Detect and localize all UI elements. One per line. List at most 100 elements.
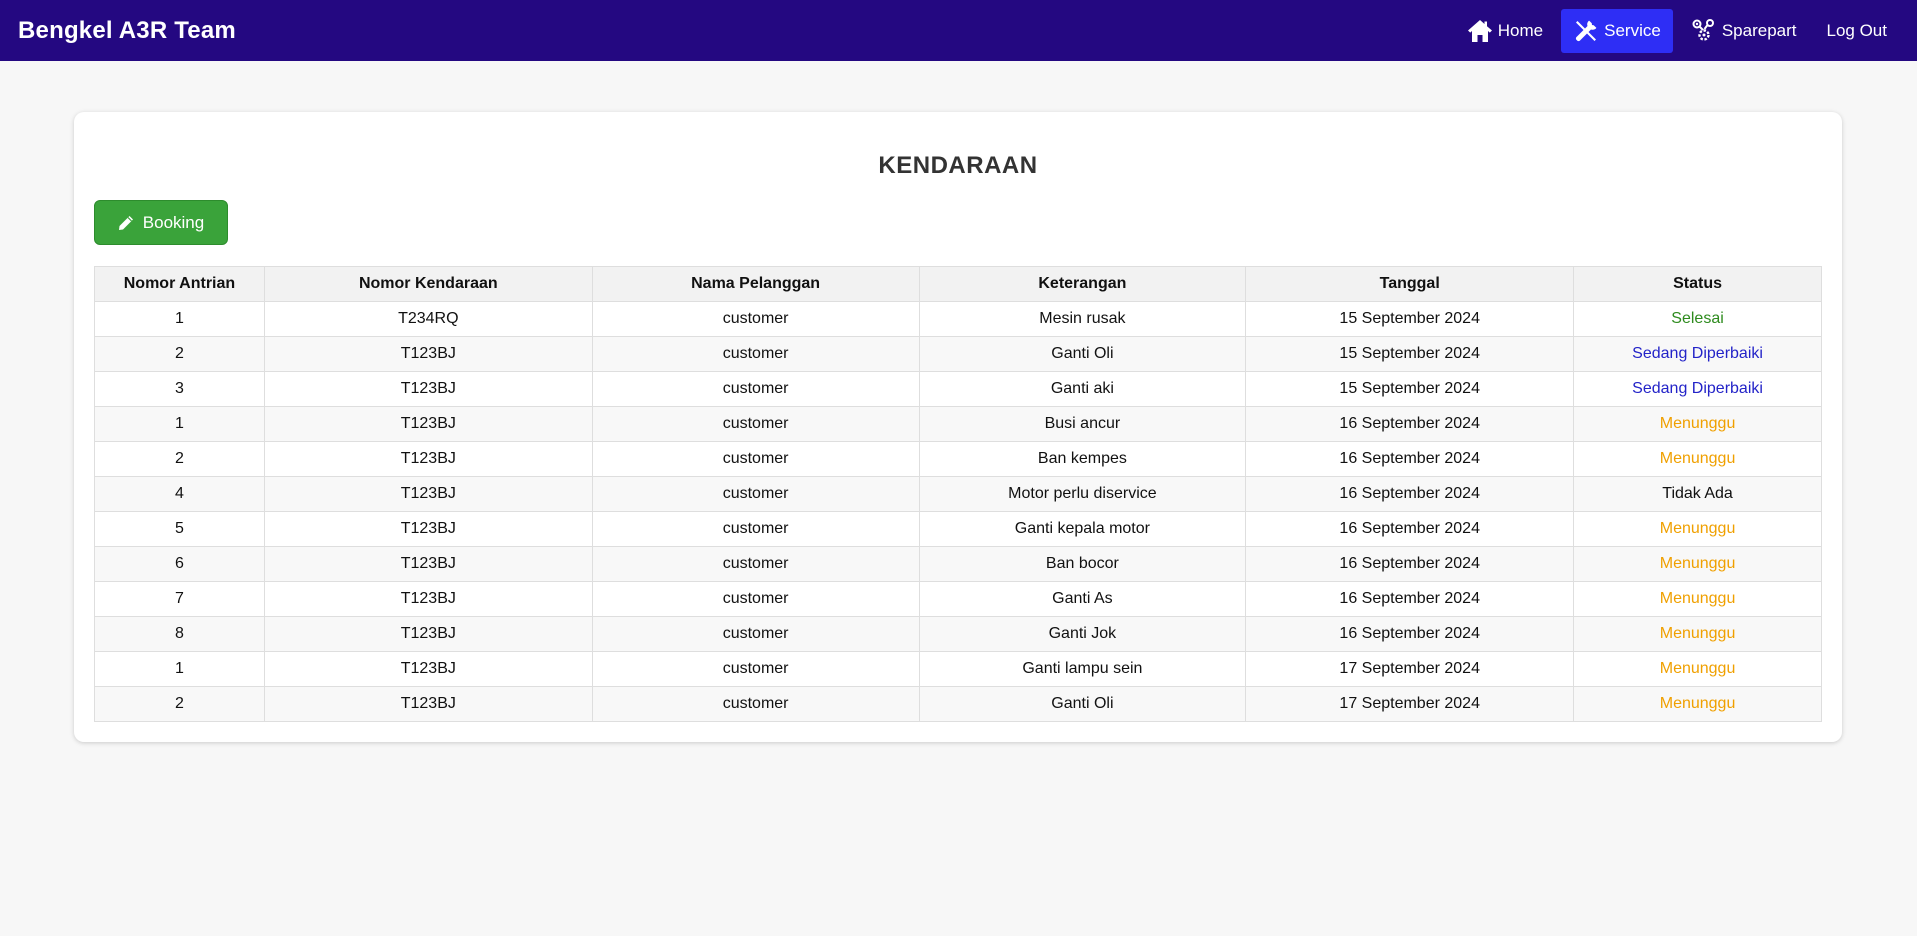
kendaraan-card: KENDARAAN Booking Nomor Antrian Nomor Ke…	[74, 112, 1842, 742]
cell-nomor-kendaraan: T123BJ	[263, 511, 593, 547]
kendaraan-table: Nomor Antrian Nomor Kendaraan Nama Pelan…	[94, 266, 1822, 722]
table-row: 8 T123BJ customer Ganti Jok 16 September 202…	[94, 616, 1822, 652]
cell-nama-pelanggan: customer	[591, 651, 920, 687]
cell-nomor-kendaraan: T123BJ	[263, 546, 593, 582]
cell-nomor-kendaraan: T123BJ	[263, 336, 593, 372]
cell-nama-pelanggan: customer	[591, 546, 920, 582]
cell-keterangan: Motor perlu diservice	[918, 476, 1247, 512]
column-header: Tanggal	[1245, 266, 1575, 302]
table-row: 4 T123BJ customer Motor perlu diservice 16 S…	[94, 476, 1822, 512]
cell-status: Menunggu	[1573, 686, 1822, 722]
cell-nomor-antrian: 6	[94, 546, 265, 582]
cell-nomor-kendaraan: T234RQ	[263, 301, 593, 337]
cell-keterangan: Ganti lampu sein	[918, 651, 1247, 687]
cell-nama-pelanggan: customer	[591, 336, 920, 372]
tools-icon	[1576, 20, 1597, 41]
cell-nomor-kendaraan: T123BJ	[263, 616, 593, 652]
cell-nomor-antrian: 1	[94, 301, 265, 337]
column-header: Status	[1573, 266, 1822, 302]
cell-keterangan: Ganti Jok	[918, 616, 1247, 652]
cell-tanggal: 15 September 2024	[1245, 371, 1575, 407]
cell-status: Selesai	[1573, 301, 1822, 337]
cell-nomor-antrian: 1	[94, 651, 265, 687]
nav-links: Home Service Sparepart Log Out	[1449, 0, 1899, 61]
cell-nomor-antrian: 2	[94, 686, 265, 722]
nav-item-service-label: Service	[1604, 20, 1661, 40]
cell-nomor-antrian: 4	[94, 476, 265, 512]
cell-nomor-kendaraan: T123BJ	[263, 371, 593, 407]
cell-keterangan: Ban kempes	[918, 441, 1247, 477]
cell-nama-pelanggan: customer	[591, 371, 920, 407]
cell-status: Menunggu	[1573, 581, 1822, 617]
cell-status: Sedang Diperbaiki	[1573, 336, 1822, 372]
cell-nomor-antrian: 2	[94, 336, 265, 372]
cell-nama-pelanggan: customer	[591, 581, 920, 617]
cell-tanggal: 16 September 2024	[1245, 511, 1575, 547]
cell-nomor-kendaraan: T123BJ	[263, 651, 593, 687]
cell-nama-pelanggan: customer	[591, 616, 920, 652]
cell-status: Tidak Ada	[1573, 476, 1822, 512]
cell-tanggal: 16 September 2024	[1245, 546, 1575, 582]
table-header-row: Nomor Antrian Nomor Kendaraan Nama Pelan…	[94, 266, 1822, 302]
cell-keterangan: Ganti kepala motor	[918, 511, 1247, 547]
home-icon	[1467, 19, 1492, 42]
table-row: 1 T234RQ customer Mesin rusak 15 September 2…	[94, 301, 1822, 337]
cell-keterangan: Mesin rusak	[918, 301, 1247, 337]
table-row: 1 T123BJ customer Busi ancur 16 September 20…	[94, 406, 1822, 442]
table-row: 6 T123BJ customer Ban bocor 16 September 202…	[94, 546, 1822, 582]
column-header: Nomor Kendaraan	[263, 266, 593, 302]
cell-status: Sedang Diperbaiki	[1573, 371, 1822, 407]
nav-item-logout-label: Log Out	[1826, 20, 1888, 40]
cell-nomor-antrian: 8	[94, 616, 265, 652]
cell-nomor-antrian: 3	[94, 371, 265, 407]
nav-item-home-label: Home	[1497, 20, 1544, 40]
table-row: 1 T123BJ customer Ganti lampu sein 17 Septem…	[94, 651, 1822, 687]
cell-tanggal: 15 September 2024	[1245, 336, 1575, 372]
cell-nomor-kendaraan: T123BJ	[263, 686, 593, 722]
table-row: 5 T123BJ customer Ganti kepala motor 16 Sept…	[94, 511, 1822, 547]
cell-tanggal: 16 September 2024	[1245, 476, 1575, 512]
cell-keterangan: Ganti As	[918, 581, 1247, 617]
table-row: 3 T123BJ customer Ganti aki 15 September 202…	[94, 371, 1822, 407]
cell-keterangan: Ganti Oli	[918, 686, 1247, 722]
cell-status: Menunggu	[1573, 546, 1822, 582]
cell-nomor-antrian: 5	[94, 511, 265, 547]
column-header: Keterangan	[918, 266, 1247, 302]
nav-item-service[interactable]: Service	[1561, 8, 1673, 53]
top-navbar: Bengkel A3R Team Home Service Sparepart	[0, 0, 1917, 61]
cell-tanggal: 15 September 2024	[1245, 301, 1575, 337]
booking-button[interactable]: Booking	[94, 200, 228, 245]
table-row: 7 T123BJ customer Ganti As 16 September 2024…	[94, 581, 1822, 617]
cell-nomor-kendaraan: T123BJ	[263, 581, 593, 617]
column-header: Nomor Antrian	[94, 266, 265, 302]
cell-nomor-antrian: 2	[94, 441, 265, 477]
cell-nomor-kendaraan: T123BJ	[263, 441, 593, 477]
sparepart-icon	[1692, 18, 1714, 41]
table-body: 1 T234RQ customer Mesin rusak 15 September 2…	[94, 301, 1822, 722]
cell-tanggal: 16 September 2024	[1245, 406, 1575, 442]
column-header: Nama Pelanggan	[591, 266, 920, 302]
nav-item-sparepart[interactable]: Sparepart	[1679, 9, 1809, 53]
brand-title: Bengkel A3R Team	[18, 16, 236, 44]
cell-keterangan: Busi ancur	[918, 406, 1247, 442]
nav-item-home[interactable]: Home	[1455, 9, 1555, 53]
table-row: 2 T123BJ customer Ban kempes 16 September 20…	[94, 441, 1822, 477]
cell-nomor-antrian: 1	[94, 406, 265, 442]
table-row: 2 T123BJ customer Ganti Oli 15 September 202…	[94, 336, 1822, 372]
cell-tanggal: 17 September 2024	[1245, 651, 1575, 687]
cell-nama-pelanggan: customer	[591, 406, 920, 442]
cell-nama-pelanggan: customer	[591, 511, 920, 547]
cell-nomor-kendaraan: T123BJ	[263, 476, 593, 512]
nav-item-logout[interactable]: Log Out	[1815, 9, 1900, 53]
cell-status: Menunggu	[1573, 441, 1822, 477]
cell-status: Menunggu	[1573, 651, 1822, 687]
cell-tanggal: 17 September 2024	[1245, 686, 1575, 722]
cell-tanggal: 16 September 2024	[1245, 581, 1575, 617]
cell-nama-pelanggan: customer	[591, 686, 920, 722]
cell-keterangan: Ganti Oli	[918, 336, 1247, 372]
booking-button-label: Booking	[142, 212, 205, 232]
cell-nomor-kendaraan: T123BJ	[263, 406, 593, 442]
pencil-icon	[118, 215, 133, 230]
table-row: 2 T123BJ customer Ganti Oli 17 September 202…	[94, 686, 1822, 722]
cell-tanggal: 16 September 2024	[1245, 616, 1575, 652]
